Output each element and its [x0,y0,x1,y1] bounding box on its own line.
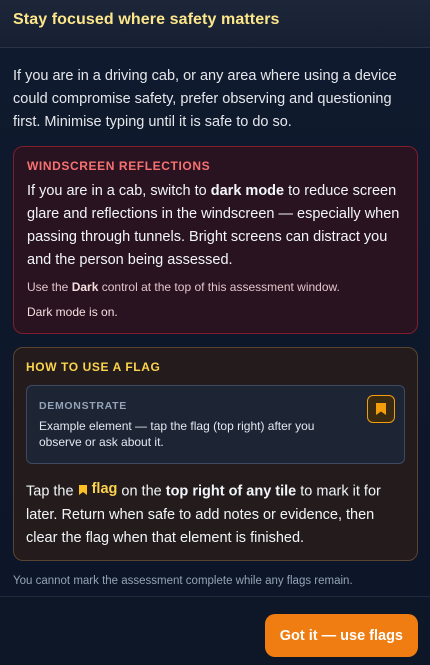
demo-text: Example element — tap the flag (top righ… [39,419,315,449]
got-it-use-flags-button[interactable]: Got it — use flags [264,614,418,657]
flag-text-cont: on the [117,483,166,500]
bookmark-flag-icon [78,484,87,495]
bookmark-flag-icon [376,403,386,415]
dialog-header: Stay focused where safety matters [0,0,430,48]
intro-text: If you are in a driving cab, or any area… [13,68,397,130]
reflections-card-body: If you are in a cab, switch to dark mode… [27,180,404,272]
flag-instructions: Tap the flag on the top right of any til… [26,478,405,550]
inline-flag: flag [78,478,118,501]
dark-mode-status: Dark mode is on. [27,305,118,319]
demo-element-tile: DEMONSTRATE Example element — tap the fl… [26,385,405,464]
dark-control-emphasis: Dark [71,280,99,294]
note-text-cont: control at the top of this assessment wi… [98,280,340,294]
dialog-content: If you are in a driving cab, or any area… [0,48,430,596]
reflections-body-text: If you are in a cab, switch to [27,183,211,199]
dialog-title: Stay focused where safety matters [13,11,280,28]
how-to-use-flag-card: HOW TO USE A FLAG DEMONSTRATE Example el… [13,347,418,561]
reflections-card-note: Use the Dark control at the top of this … [27,278,404,296]
dark-mode-emphasis: dark mode [210,183,285,199]
dialog-footer: Got it — use flags [0,596,430,665]
flags-footnote: You cannot mark the assessment complete … [13,574,353,587]
demo-flag-button[interactable] [367,395,395,423]
flag-word: flag [91,481,118,497]
reflections-card-title: WINDSCREEN REFLECTIONS [27,159,211,173]
note-text: Use the [27,280,72,294]
flag-card-title: HOW TO USE A FLAG [26,360,161,374]
demo-label: DEMONSTRATE [39,400,128,412]
windscreen-reflections-card: WINDSCREEN REFLECTIONS If you are in a c… [13,146,418,334]
top-right-emphasis: top right of any tile [165,483,297,500]
flag-text: Tap the [26,483,78,500]
